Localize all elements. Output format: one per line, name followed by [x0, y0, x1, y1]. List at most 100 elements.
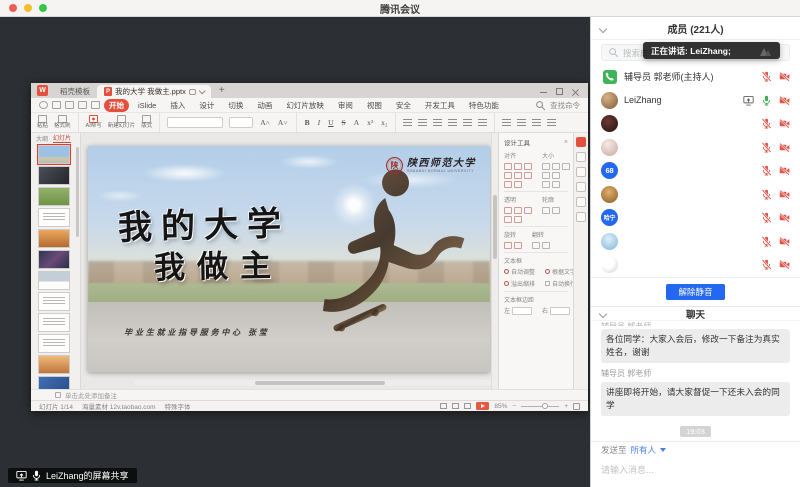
distribute-v-option[interactable] [514, 181, 522, 188]
chevron-down-icon[interactable] [199, 87, 206, 94]
mic-muted-icon[interactable] [761, 212, 772, 223]
canvas-horizontal-scrollbar[interactable] [135, 380, 537, 386]
member-row-leizhang[interactable]: LeiZhang [591, 89, 800, 113]
menu-review[interactable]: 审阅 [333, 99, 358, 112]
size-option[interactable] [542, 172, 550, 179]
chat-message-list[interactable]: 辅导员 郭老师 各位同学：大家入会后，修改一下备注为真实姓名，谢谢 辅导员 郭老… [591, 321, 800, 441]
bullets-icon[interactable] [403, 119, 412, 127]
numbering-icon[interactable] [418, 119, 427, 127]
ai-write-button[interactable]: AI帮写 [86, 115, 102, 130]
align-bottom-option[interactable] [524, 172, 532, 179]
maximize-window-button[interactable] [39, 4, 47, 12]
menu-islide[interactable]: iSlide [133, 100, 161, 111]
justify-icon[interactable] [547, 119, 556, 127]
camera-off-icon[interactable] [779, 259, 790, 270]
new-slide-button[interactable]: 新建幻灯片 [108, 115, 136, 130]
more-panel-icon[interactable] [576, 212, 586, 222]
tab-slides[interactable]: 幻灯片 [53, 133, 71, 143]
member-row-host[interactable]: 辅导员 郭老师(主持人) [591, 65, 800, 89]
menu-insert[interactable]: 插入 [165, 99, 190, 112]
mic-muted-icon[interactable] [761, 165, 772, 176]
send-to-selector[interactable]: 所有人 [631, 444, 657, 456]
member-row[interactable] [591, 136, 800, 160]
slide-thumbnail[interactable] [39, 356, 69, 373]
slide-editor[interactable]: 我的大学 我做主 陕 陕西师范大学 SHAANXI NORMAL UNIVERS… [88, 146, 490, 372]
menu-transition[interactable]: 切换 [223, 99, 248, 112]
canvas-vertical-scrollbar[interactable] [491, 133, 498, 389]
unmute-all-button[interactable]: 解除静音 [666, 284, 724, 300]
camera-off-icon[interactable] [779, 118, 790, 129]
italic-button[interactable]: I [317, 118, 322, 127]
member-row[interactable] [591, 112, 800, 136]
mic-muted-icon[interactable] [761, 236, 772, 247]
close-window-button[interactable] [9, 4, 17, 12]
distribute-h-option[interactable] [504, 181, 512, 188]
increase-font-button[interactable]: A˄ [259, 118, 271, 127]
margin-right-input[interactable] [550, 307, 570, 315]
size-option[interactable] [552, 172, 560, 179]
mic-muted-icon[interactable] [761, 71, 772, 82]
slide-canvas[interactable]: 我的大学 我做主 陕 陕西师范大学 SHAANXI NORMAL UNIVERS… [81, 133, 491, 389]
mic-muted-icon[interactable] [761, 259, 772, 270]
align-middle-option[interactable] [514, 172, 522, 179]
align-center-option[interactable] [514, 163, 522, 170]
collapse-chat-icon[interactable] [599, 310, 607, 318]
size-option[interactable] [562, 163, 570, 170]
align-left-option[interactable] [504, 163, 512, 170]
redo-icon[interactable] [91, 101, 100, 109]
underline-button[interactable]: U [327, 118, 334, 127]
align-icon[interactable] [478, 119, 487, 127]
zoom-out-button[interactable]: − [512, 403, 516, 410]
textbox-radio-auto[interactable]: 自动调整 [504, 267, 535, 276]
superscript-button[interactable]: x² [366, 118, 374, 127]
slide-thumbnail[interactable] [39, 230, 69, 247]
mic-muted-icon[interactable] [761, 189, 772, 200]
paste-button[interactable]: 粘贴 [37, 115, 48, 130]
notes-bar[interactable]: 单击此处添加备注 [31, 389, 588, 400]
menu-animation[interactable]: 动画 [252, 99, 277, 112]
tab-outline[interactable]: 大纲 [36, 134, 48, 143]
slideshow-play-button[interactable] [476, 402, 489, 410]
mic-muted-icon[interactable] [761, 118, 772, 129]
camera-off-icon[interactable] [779, 189, 790, 200]
help-panel-icon[interactable] [576, 197, 586, 207]
menu-security[interactable]: 安全 [391, 99, 416, 112]
transparent-option[interactable] [524, 207, 532, 214]
font-color-button[interactable]: A [353, 118, 360, 127]
mic-muted-icon[interactable] [761, 142, 772, 153]
reading-view-icon[interactable] [464, 403, 471, 409]
slide-title-line2[interactable]: 我做主 [154, 240, 284, 287]
scrollbar-thumb[interactable] [255, 381, 385, 385]
panel-close-icon[interactable]: × [564, 139, 568, 146]
slide-sorter-icon[interactable] [452, 403, 459, 409]
align-left-icon[interactable] [502, 119, 511, 127]
transparent-option[interactable] [514, 207, 522, 214]
textbox-radio-overflow[interactable]: 溢出缩排 [504, 279, 535, 288]
align-center-icon[interactable] [517, 119, 526, 127]
find-command[interactable]: 查找命令 [535, 100, 580, 111]
menu-home[interactable]: 开始 [104, 99, 129, 112]
undo-icon[interactable] [78, 101, 87, 109]
member-row[interactable] [591, 183, 800, 207]
camera-off-icon[interactable] [779, 71, 790, 82]
menu-slideshow[interactable]: 幻灯片放映 [281, 99, 329, 112]
comment-icon[interactable] [189, 89, 196, 95]
properties-panel-icon[interactable] [576, 137, 586, 147]
outline-option[interactable] [552, 207, 560, 214]
camera-off-icon[interactable] [779, 165, 790, 176]
print-icon[interactable] [65, 101, 74, 109]
chat-input[interactable] [601, 465, 790, 475]
flip-option[interactable] [532, 242, 540, 249]
member-row[interactable]: 哈宁 [591, 206, 800, 230]
size-option[interactable] [542, 163, 550, 170]
menu-devtools[interactable]: 开发工具 [420, 99, 460, 112]
chevron-down-icon[interactable] [660, 448, 666, 452]
transparent-option[interactable] [504, 216, 512, 223]
wps-minimize-icon[interactable] [540, 88, 547, 95]
line-spacing-icon[interactable] [463, 119, 472, 127]
camera-off-icon[interactable] [779, 142, 790, 153]
member-row[interactable]: 68 [591, 159, 800, 183]
subscript-button[interactable]: x₂ [380, 118, 388, 127]
font-name-input[interactable] [167, 117, 223, 128]
resource-panel-icon[interactable] [576, 167, 586, 177]
